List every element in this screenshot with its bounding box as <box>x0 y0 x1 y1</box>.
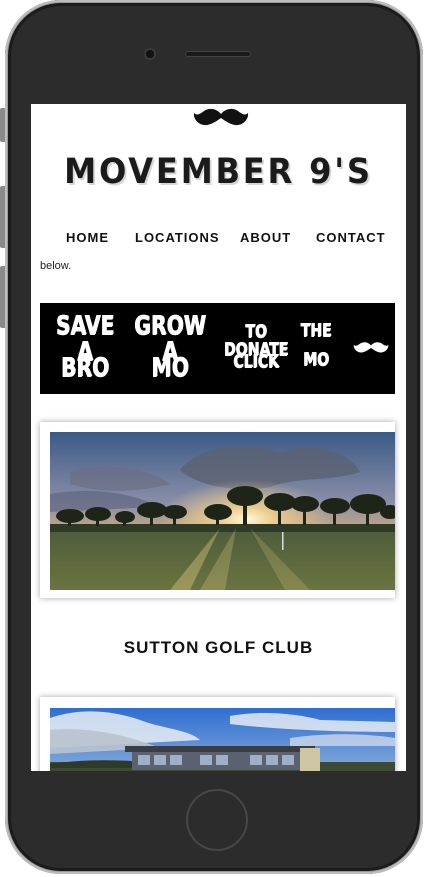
home-button[interactable] <box>186 789 248 851</box>
golf-course-sunset-photo <box>50 432 395 590</box>
banner-line-mo-2: MO <box>303 349 329 370</box>
phone-mockup: MOVEMBER 9'S HOME LOCATIONS ABOUT CONTAC… <box>0 0 428 877</box>
site-title: MOVEMBER 9'S <box>64 152 373 192</box>
nav-about[interactable]: ABOUT <box>240 230 291 245</box>
clubhouse-photo <box>50 708 395 771</box>
front-camera-icon <box>146 50 154 58</box>
location-card[interactable] <box>40 697 395 771</box>
banner-line-bro: BRO <box>60 353 110 383</box>
banner-line-click: CLICK <box>233 351 279 372</box>
phone-screen: MOVEMBER 9'S HOME LOCATIONS ABOUT CONTAC… <box>31 104 406 771</box>
nav-locations[interactable]: LOCATIONS <box>135 230 220 245</box>
nav-contact[interactable]: CONTACT <box>316 230 386 245</box>
intro-text: below. <box>40 261 72 269</box>
donate-banner[interactable]: SAVE A BRO GROW A MO TO DONATE CLICK THE… <box>40 303 395 394</box>
speaker-grille-icon <box>185 51 251 57</box>
mustache-icon[interactable] <box>193 107 249 129</box>
mustache-icon <box>353 342 389 353</box>
location-title[interactable]: SUTTON GOLF CLUB <box>31 638 406 658</box>
main-nav: HOME LOCATIONS ABOUT CONTACT <box>31 230 406 250</box>
location-card[interactable] <box>40 422 395 598</box>
banner-line-the: THE <box>300 320 332 341</box>
nav-home[interactable]: HOME <box>66 230 109 245</box>
banner-line-mo: MO <box>151 353 189 383</box>
